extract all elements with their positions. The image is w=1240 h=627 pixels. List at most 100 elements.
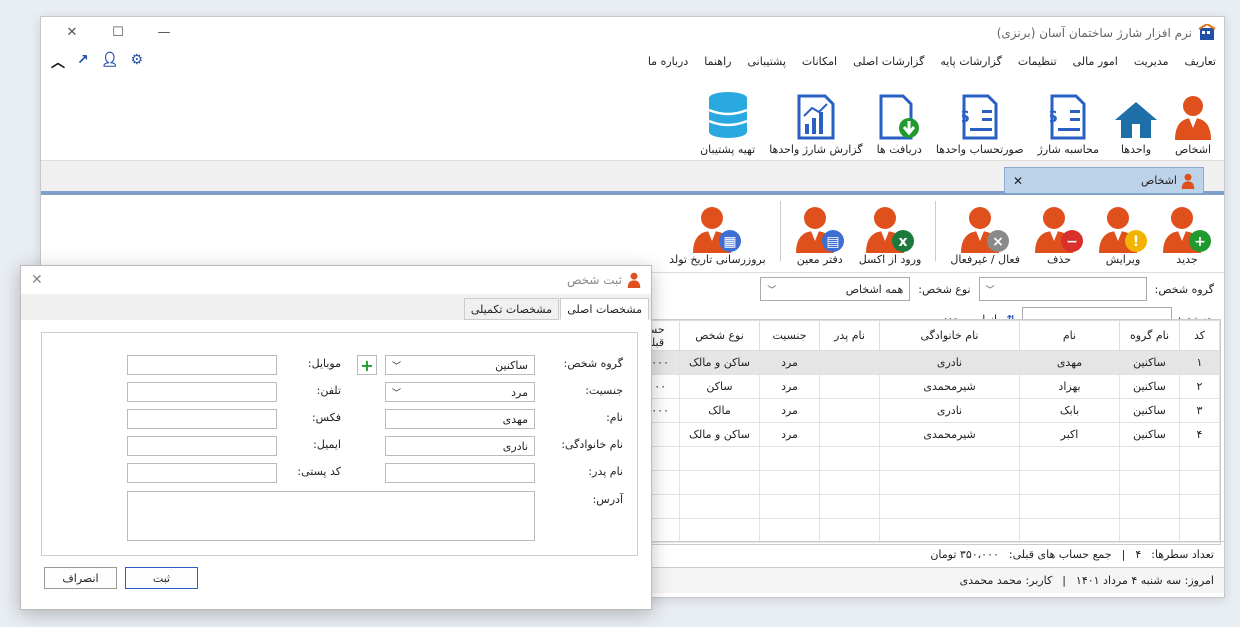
ribbon-units[interactable]: واحدها <box>1108 100 1164 156</box>
dialog-close-icon[interactable]: ✕ <box>31 272 43 288</box>
table-cell <box>819 422 880 447</box>
report-chart-icon <box>797 94 835 140</box>
table-cell <box>759 494 820 519</box>
table-cell <box>1019 470 1120 495</box>
gender-select[interactable]: مرد ﹀ <box>385 382 535 402</box>
gender-label: جنسیت: <box>585 384 623 397</box>
table-cell <box>679 470 760 495</box>
column-header[interactable]: کد <box>1179 320 1220 351</box>
ribbon-charge-calc[interactable]: $ محاسبه شارژ <box>1033 94 1104 156</box>
menu-main-reports[interactable]: گزارشات اصلی <box>853 55 924 68</box>
menu-support[interactable]: پشتیبانی <box>747 55 785 68</box>
ribbon-unit-statements[interactable]: $ صورتحساب واحدها <box>931 94 1029 156</box>
toggle-active-button[interactable]: × فعال / غیرفعال <box>944 205 1026 266</box>
column-header[interactable]: نوع شخص <box>679 320 760 351</box>
email-input[interactable] <box>127 436 277 456</box>
column-header[interactable]: نام <box>1019 320 1120 351</box>
database-icon <box>708 92 748 138</box>
dialog-form: گروه شخص: ساکنین ﹀ + جنسیت: مرد ﹀ نام: مهد… <box>41 332 638 556</box>
column-header[interactable]: جنسیت <box>759 320 820 351</box>
table-cell <box>879 494 1020 519</box>
menu-finance[interactable]: امور مالی <box>1073 55 1118 68</box>
ribbon-backup[interactable]: تهیه پشتیبان <box>695 90 760 156</box>
toolbar-separator <box>935 200 937 261</box>
mobile-label: موبایل: <box>307 357 341 370</box>
column-header[interactable]: نام خانوادگی <box>879 320 1020 351</box>
add-group-icon[interactable]: + <box>357 355 377 375</box>
father-input[interactable] <box>385 463 535 483</box>
minimize-icon[interactable]: — <box>141 25 187 40</box>
ledger-button[interactable]: ▤ دفتر معین <box>789 205 851 266</box>
tab-extra-info[interactable]: مشخصات تکمیلی <box>463 298 559 320</box>
table-cell: مرد <box>759 350 820 375</box>
menu-definitions[interactable]: تعاریف <box>1185 55 1216 68</box>
table-cell <box>1179 518 1220 543</box>
name-input[interactable]: مهدی <box>385 409 535 429</box>
table-row[interactable]: ۴ساکنیناکبرشیرمحمدیمردساکن و مالک۰ <box>619 422 1220 447</box>
close-tab-icon[interactable]: ✕ <box>1013 174 1023 188</box>
table-cell <box>1179 446 1220 471</box>
table-cell: ساکنین <box>1119 374 1180 399</box>
import-excel-button-label: ورود از اکسل <box>858 253 922 266</box>
menu-management[interactable]: مدیریت <box>1134 55 1169 68</box>
ribbon-persons-label: اشخاص <box>1174 143 1212 156</box>
person-icon: ▤ <box>795 207 844 253</box>
column-header[interactable]: نام پدر <box>819 320 880 351</box>
new-button[interactable]: + جدید <box>1156 205 1218 266</box>
svg-text:x: x <box>899 234 908 250</box>
family-label: نام خانوادگی: <box>561 438 623 451</box>
group-value: ساکنین <box>495 358 528 372</box>
ribbon-charge-report[interactable]: گزارش شارژ واحدها <box>764 94 867 156</box>
table-row[interactable]: ۲ساکنینبهزادشیرمحمدیمردساکن۵۰،۰۰۰ <box>619 374 1220 399</box>
menu-features[interactable]: امکانات <box>802 55 837 68</box>
rows-count-value: ۴ <box>1135 548 1142 561</box>
postal-input[interactable] <box>127 463 277 483</box>
arrow-up-right-icon[interactable]: ↗ <box>77 52 89 72</box>
address-input[interactable] <box>127 491 535 541</box>
person-icon: ▦ <box>693 207 742 253</box>
mobile-input[interactable] <box>127 355 277 375</box>
sum-value: ۳۵۰،۰۰۰ تومان <box>930 548 999 561</box>
group-select[interactable]: ساکنین ﹀ <box>385 355 535 375</box>
ribbon-receipts[interactable]: دریافت ها <box>872 94 927 156</box>
svg-text:▦: ▦ <box>724 234 737 250</box>
table-cell: ۱ <box>1179 350 1220 375</box>
name-value: مهدی <box>502 412 528 426</box>
table-row[interactable]: ۱ساکنینمهدینادریمردساکن و مالک۱۰۰،۰۰۰ <box>619 350 1220 375</box>
update-birthday-button[interactable]: ▦ بروزرسانی تاریخ تولد <box>663 205 772 266</box>
close-icon[interactable]: ✕ <box>49 25 95 40</box>
table-cell <box>759 470 820 495</box>
table-cell: بهزاد <box>1019 374 1120 399</box>
user-icon[interactable]: 👤︎ <box>101 52 119 72</box>
table-cell <box>1019 518 1120 543</box>
ribbon-persons[interactable]: اشخاص <box>1168 94 1218 156</box>
column-header[interactable]: نام گروه <box>1119 320 1180 351</box>
gear-icon[interactable]: ⚙ <box>131 52 144 72</box>
cancel-button[interactable]: انصراف <box>44 567 117 589</box>
phone-input[interactable] <box>127 382 277 402</box>
table-cell: ساکنین <box>1119 422 1180 447</box>
table-cell: مرد <box>759 398 820 423</box>
tab-main-info[interactable]: مشخصات اصلی <box>560 298 649 320</box>
menu-settings[interactable]: تنظیمات <box>1018 55 1057 68</box>
family-input[interactable]: نادری <box>385 436 535 456</box>
save-button[interactable]: ثبت <box>125 567 198 589</box>
edit-button[interactable]: ! ویرایش <box>1092 205 1154 266</box>
delete-button[interactable]: − حذف <box>1028 205 1090 266</box>
table-cell: شیرمحمدی <box>879 374 1020 399</box>
menu-help[interactable]: راهنما <box>704 55 731 68</box>
menu-basic-reports[interactable]: گزارشات پایه <box>940 55 1001 68</box>
group-filter-select[interactable]: ﹀ <box>978 277 1147 301</box>
new-button-label: جدید <box>1176 253 1198 266</box>
type-filter-select[interactable]: همه اشخاص ﹀ <box>760 277 911 301</box>
svg-text:!: ! <box>1133 234 1139 250</box>
name-label: نام: <box>606 411 623 424</box>
fax-input[interactable] <box>127 409 277 429</box>
import-excel-button[interactable]: x ورود از اکسل <box>853 205 928 266</box>
table-cell <box>679 518 760 543</box>
menu-about[interactable]: درباره ما <box>648 55 688 68</box>
maximize-icon[interactable]: ☐ <box>95 25 141 40</box>
table-row[interactable]: ۳ساکنینبابکنادریمردمالک۲۰۰،۰۰۰ <box>619 398 1220 423</box>
tab-persons[interactable]: اشخاص ✕ <box>1004 167 1204 193</box>
chevron-up-icon[interactable]: ︿ <box>51 52 65 72</box>
